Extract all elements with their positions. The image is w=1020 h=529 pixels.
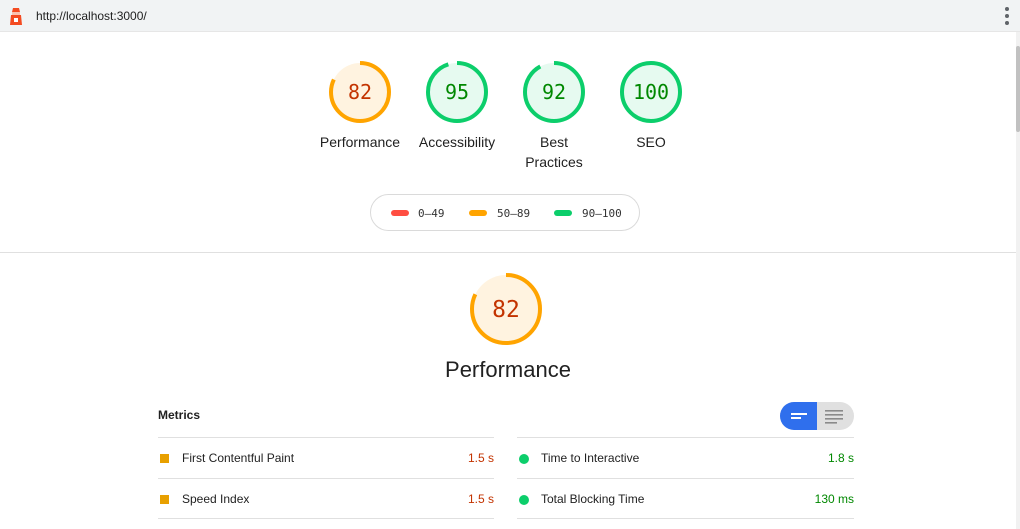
gauge-label: Best Practices [525,134,583,170]
gauge-accessibility[interactable]: 95 Accessibility [408,58,506,152]
metric-value: 1.5 s [467,451,494,465]
more-menu-icon[interactable] [1002,7,1012,25]
metric-value: 1.5 s [467,492,494,506]
metric-name: Total Blocking Time [541,492,645,506]
metrics-heading: Metrics [158,408,201,422]
lighthouse-logo-icon [10,8,22,25]
gauge-ring: 95 [426,61,488,123]
average-indicator-icon [160,495,169,504]
gauge-seo[interactable]: 100 SEO [602,58,700,152]
gauge-score: 95 [445,80,469,104]
gauge-best-practices[interactable]: 92 Best Practices [505,58,603,172]
metric-value: 1.8 s [827,451,854,465]
compact-view-icon [791,413,807,419]
scrollbar[interactable] [1016,32,1020,529]
legend-fail-label: 0–49 [418,207,445,220]
metric-name: Speed Index [182,492,250,506]
metric-row-first-contentful-paint: First Contentful Paint 1.5 s [158,437,494,478]
metric-row-speed-index: Speed Index 1.5 s [158,478,494,519]
performance-score-gauge: 82 [470,273,542,345]
url-text[interactable]: http://localhost:3000/ [36,9,147,23]
gauge-score: 92 [542,80,566,104]
average-indicator-icon [160,454,169,463]
gauge-label: SEO [636,134,666,150]
expanded-view-icon [825,410,843,424]
gauge-label: Accessibility [418,134,496,150]
metric-row-total-blocking-time: Total Blocking Time 130 ms [517,478,854,519]
compact-view-button[interactable] [780,402,817,430]
performance-score: 82 [492,297,520,323]
address-bar: http://localhost:3000/ [0,0,1020,32]
gauge-ring: 82 [329,61,391,123]
metric-name: First Contentful Paint [182,451,295,465]
expanded-view-button[interactable] [817,402,854,430]
gauge-ring: 92 [523,61,585,123]
legend-fail-swatch [391,210,409,216]
gauge-score: 100 [633,80,669,104]
pass-indicator-icon [519,454,529,464]
metric-value: 130 ms [814,492,854,506]
legend-average-label: 50–89 [497,207,531,220]
gauge-performance[interactable]: 82 Performance [311,58,409,152]
score-scale-legend: 0–49 50–89 90–100 [370,194,640,231]
legend-pass-swatch [554,210,572,216]
gauge-label: Performance [319,134,401,150]
section-divider [0,252,1016,253]
metric-row-time-to-interactive: Time to Interactive 1.8 s [517,437,854,478]
metric-name: Time to Interactive [541,451,640,465]
performance-title: Performance [445,357,571,382]
scrollbar-thumb[interactable] [1016,46,1020,132]
legend-pass-label: 90–100 [582,207,622,220]
pass-indicator-icon [519,495,529,505]
gauge-ring: 100 [620,61,682,123]
gauge-score: 82 [348,80,372,104]
legend-average-swatch [469,210,487,216]
metrics-view-toggle[interactable] [780,402,854,430]
